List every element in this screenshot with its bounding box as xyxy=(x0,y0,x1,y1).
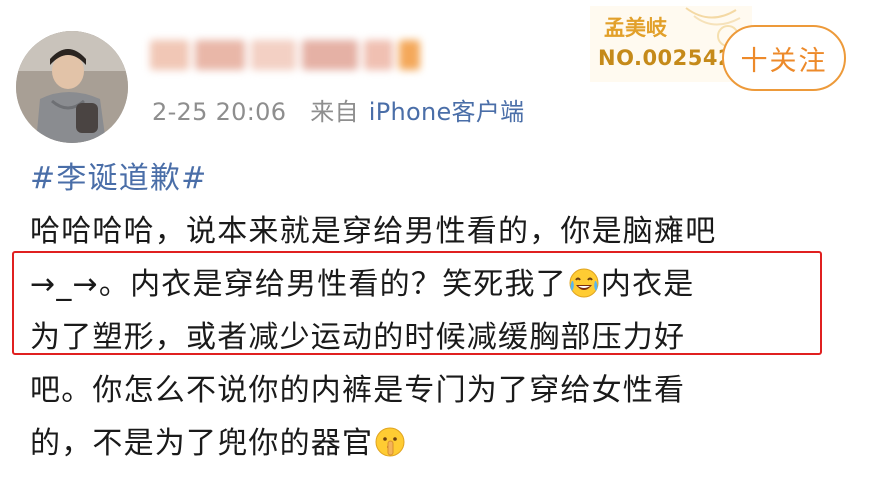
post-meta: 2-25 20:06 来自 iPhone客户端 xyxy=(152,92,524,127)
follow-button[interactable]: 十关注 xyxy=(722,25,846,91)
avatar[interactable] xyxy=(16,31,128,143)
follow-button-label: 十关注 xyxy=(740,45,828,77)
hashtag-link[interactable]: #李诞道歉# xyxy=(30,161,207,196)
source-link[interactable]: iPhone客户端 xyxy=(369,98,525,126)
shush-emoji-icon xyxy=(375,427,405,457)
post-line: #李诞道歉# xyxy=(30,152,860,205)
post-text: 哈哈哈哈，说本来就是穿给男性看的，你是脑瘫吧 xyxy=(30,214,717,249)
post-text: 的，不是为了兜你的器官 xyxy=(30,426,374,461)
username[interactable] xyxy=(150,33,420,77)
post-text: 吧。你怎么不说你的内裤是专门为了穿给女性看 xyxy=(30,373,686,408)
source-prefix: 来自 xyxy=(310,98,359,126)
fan-badge-number: NO.002542 xyxy=(598,46,734,70)
highlight-box xyxy=(12,251,822,355)
post-line: 的，不是为了兜你的器官 xyxy=(30,417,860,470)
post-time: 2-25 20:06 xyxy=(152,98,287,126)
post-line: 吧。你怎么不说你的内裤是专门为了穿给女性看 xyxy=(30,364,860,417)
fan-badge-name: 孟美岐 xyxy=(604,16,667,40)
